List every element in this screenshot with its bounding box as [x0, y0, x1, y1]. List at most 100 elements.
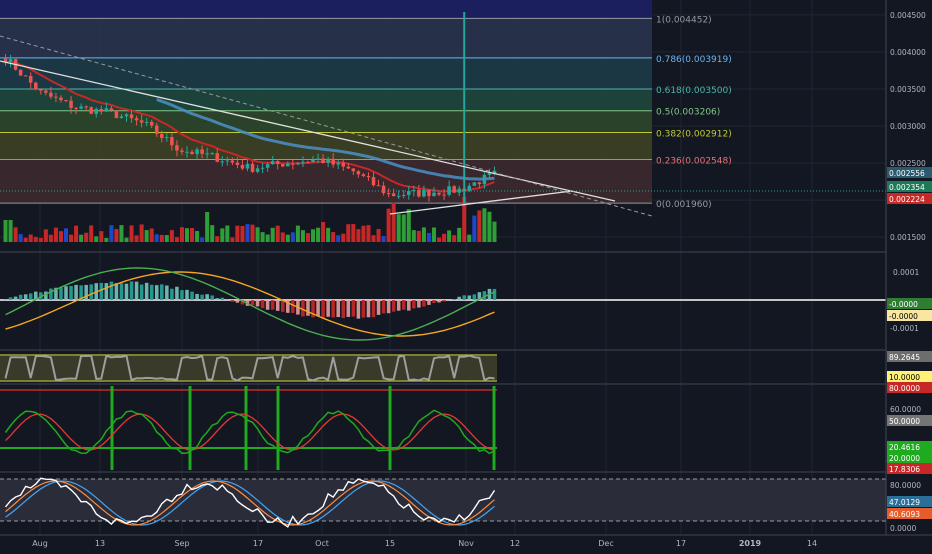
volume-bar: [165, 235, 169, 242]
candle-body: [362, 174, 366, 176]
volume-bar: [215, 236, 219, 242]
candle-body: [276, 161, 280, 164]
macd-histogram-bar: [462, 295, 466, 300]
macd-histogram-bar: [422, 300, 426, 307]
macd-histogram-bar: [347, 300, 351, 317]
candle-body: [165, 137, 169, 138]
candle-body: [29, 76, 33, 83]
candle-body: [306, 162, 310, 163]
candle-body: [266, 164, 270, 168]
volume-bar: [19, 234, 23, 242]
fib-band: [0, 133, 652, 160]
time-axis-label: Sep: [174, 539, 189, 548]
volume-bar: [351, 224, 355, 242]
volume-bar: [447, 230, 451, 242]
macd-histogram-bar: [377, 300, 381, 315]
candle-body: [226, 160, 230, 161]
candle-body: [301, 162, 305, 163]
price-badge: 0.002224: [889, 195, 925, 204]
stoch-band: [0, 479, 886, 521]
volume-bar: [14, 227, 18, 242]
price-axis-tick: 0.004500: [890, 11, 926, 20]
macd-histogram-bar: [362, 300, 366, 318]
candle-body: [341, 163, 345, 167]
volume-bar: [130, 225, 134, 242]
rsi-axis-tick: 60.0000: [890, 405, 921, 414]
rsi-badge: 20.0000: [889, 454, 920, 463]
price-axis-tick: 0.003000: [890, 122, 926, 131]
volume-bar: [472, 216, 476, 242]
candle-body: [473, 182, 477, 185]
price-badge: 0.002354: [889, 183, 925, 192]
stoch-badge: 40.6093: [889, 510, 920, 519]
macd-histogram-bar: [281, 300, 285, 312]
macd-histogram-bar: [266, 300, 270, 310]
fib-level-label: 0.236(0.002548): [656, 157, 732, 167]
macd-histogram-bar: [442, 300, 446, 302]
volume-bar: [482, 208, 486, 242]
volume-bar: [180, 227, 184, 242]
candle-body: [39, 89, 43, 90]
macd-histogram-bar: [105, 283, 109, 300]
volume-bar: [245, 224, 249, 242]
candle-body: [170, 137, 174, 145]
candle-body: [44, 91, 48, 93]
volume-bar: [140, 224, 144, 242]
candle-body: [372, 177, 376, 185]
macd-histogram-bar: [180, 290, 184, 300]
candle-body: [402, 195, 406, 196]
candle-body: [442, 195, 446, 196]
macd-histogram-bar: [306, 300, 310, 316]
fib-band: [0, 111, 652, 133]
candle-body: [24, 75, 28, 76]
time-axis-label: 2019: [739, 539, 762, 548]
macd-histogram-bar: [74, 285, 78, 300]
stoch-axis-tick: 0.0000: [890, 524, 916, 533]
macd-histogram-bar: [226, 299, 230, 300]
volume-bar: [49, 235, 53, 242]
time-axis-label: Oct: [315, 539, 329, 548]
macd-histogram-bar: [100, 283, 104, 300]
fib-band-top: [0, 0, 652, 18]
chart-canvas[interactable]: 1(0.004452)0.786(0.003919)0.618(0.003500…: [0, 0, 932, 550]
macd-histogram-bar: [382, 300, 386, 313]
macd-histogram-bar: [29, 293, 33, 300]
macd-histogram-bar: [170, 289, 174, 300]
macd-histogram-bar: [195, 294, 199, 300]
volume-bar: [437, 238, 441, 242]
candle-body: [84, 106, 88, 107]
macd-badge: -0.0000: [889, 300, 918, 309]
macd-histogram-bar: [397, 300, 401, 311]
candle-body: [452, 186, 456, 192]
candle-body: [145, 122, 149, 123]
volume-bar: [69, 235, 73, 242]
macd-histogram-bar: [110, 282, 114, 300]
macd-histogram-bar: [407, 300, 411, 311]
volume-bar: [377, 229, 381, 242]
volume-bar: [89, 225, 93, 242]
macd-histogram-bar: [251, 300, 255, 305]
candle-body: [316, 159, 320, 160]
candle-body: [120, 116, 124, 118]
fib-level-label: 1(0.004452): [656, 15, 712, 25]
candle-body: [175, 145, 179, 150]
candle-body: [236, 163, 240, 165]
time-axis-label: 15: [385, 539, 395, 548]
rsi-badge: 50.0000: [889, 417, 920, 426]
candle-body: [387, 193, 391, 194]
volume-bar: [422, 227, 426, 242]
candle-body: [291, 164, 295, 165]
volume-bar: [301, 230, 305, 242]
volume-bar: [346, 224, 350, 242]
volume-bar: [467, 235, 471, 242]
candle-body: [432, 193, 436, 196]
candle-body: [427, 190, 431, 196]
volume-bar: [210, 225, 214, 242]
volume-bar: [29, 235, 33, 242]
macd-axis-tick: -0.0001: [890, 324, 919, 333]
macd-histogram-bar: [468, 295, 472, 300]
candle-body: [437, 193, 441, 195]
candle-body: [125, 114, 129, 116]
fib-band: [0, 160, 652, 204]
macd-histogram-bar: [155, 285, 159, 300]
